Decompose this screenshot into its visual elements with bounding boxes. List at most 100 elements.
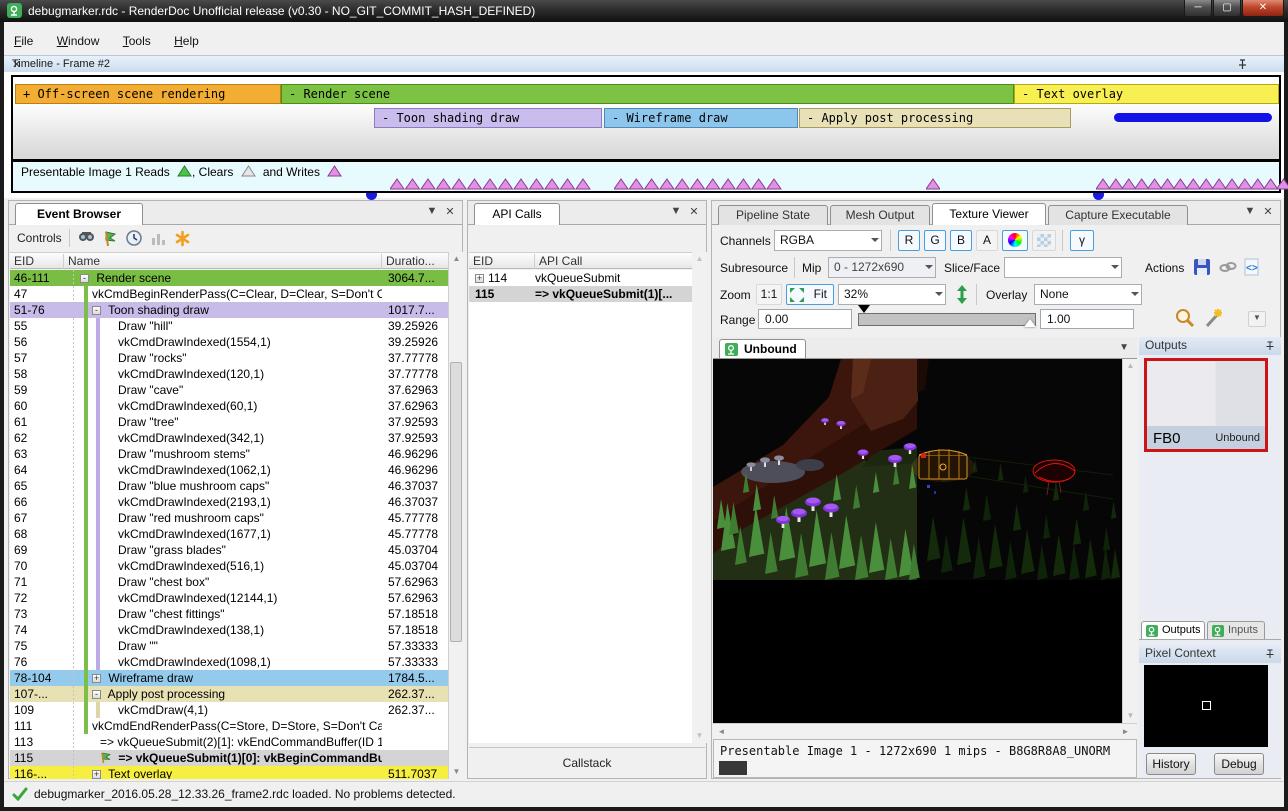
event-row[interactable]: 107-... - Apply post processing 262.37..…: [10, 686, 448, 702]
col-api-call[interactable]: API Call: [535, 254, 692, 269]
expand-toggle[interactable]: +: [92, 770, 101, 779]
api-calls-close-icon[interactable]: ✕: [686, 205, 702, 218]
channel-b-button[interactable]: B: [950, 230, 972, 251]
tab-current-texture[interactable]: Unbound: [719, 339, 806, 358]
minimize-button[interactable]: ─: [1184, 0, 1212, 17]
bookmark-flag-icon[interactable]: [101, 229, 120, 248]
range-white-handle[interactable]: [1024, 319, 1036, 327]
event-row[interactable]: 67 Draw "red mushroom caps" 45.77778: [10, 510, 448, 526]
slice-face-select[interactable]: [1004, 257, 1122, 278]
event-row[interactable]: 60 vkCmdDrawIndexed(60,1) 37.62963: [10, 398, 448, 414]
texture-display[interactable]: [713, 359, 1122, 723]
range-slider[interactable]: [858, 313, 1036, 326]
api-expand-toggle[interactable]: +: [475, 274, 484, 283]
mip-select[interactable]: 0 - 1272x690: [828, 257, 936, 278]
channel-r-button[interactable]: R: [898, 230, 920, 251]
stats-icon[interactable]: [149, 229, 168, 248]
event-browser-caret-icon[interactable]: ▼: [424, 205, 440, 217]
timeline-bar-wireframe[interactable]: - Wireframe draw: [604, 108, 798, 128]
col-eid[interactable]: EID: [10, 254, 64, 269]
pin-icon[interactable]: [1265, 341, 1275, 351]
api-call-row[interactable]: 115 => vkQueueSubmit(1)[...: [469, 286, 692, 302]
event-row[interactable]: 51-76 - Toon shading draw 1017.7...: [10, 302, 448, 318]
event-browser-close-icon[interactable]: ✕: [442, 205, 458, 218]
expand-toggle[interactable]: -: [92, 690, 101, 699]
event-row[interactable]: 116-... + Text overlay 511.7037: [10, 766, 448, 779]
overlay-select[interactable]: None: [1034, 284, 1142, 305]
scroll-up-icon[interactable]: ▲: [450, 252, 463, 266]
pin-icon[interactable]: [1265, 649, 1275, 659]
timeline-bar-toon[interactable]: - Toon shading draw: [374, 108, 602, 128]
menu-window[interactable]: Window: [47, 30, 110, 52]
event-row[interactable]: 47 vkCmdBeginRenderPass(C=Clear, D=Clear…: [10, 286, 448, 302]
event-row[interactable]: 73 Draw "chest fittings" 57.18518: [10, 606, 448, 622]
event-row[interactable]: 62 vkCmdDrawIndexed(342,1) 37.92593: [10, 430, 448, 446]
expand-toggle[interactable]: +: [92, 674, 101, 683]
api-call-row[interactable]: +114 vkQueueSubmit: [469, 270, 692, 286]
event-row[interactable]: 63 Draw "mushroom stems" 46.96296: [10, 446, 448, 462]
viewer-scroll-up-icon[interactable]: ▲: [1124, 359, 1137, 373]
scroll-down-icon[interactable]: ▼: [450, 765, 463, 779]
api-scroll-down-icon[interactable]: ▼: [693, 729, 706, 743]
timeline-panel-header[interactable]: Timeline - Frame #2 ✕: [4, 55, 1284, 72]
event-row[interactable]: 59 Draw "cave" 37.62963: [10, 382, 448, 398]
range-black-handle[interactable]: [858, 305, 870, 313]
event-row[interactable]: 76 vkCmdDrawIndexed(1098,1) 57.33333: [10, 654, 448, 670]
event-row[interactable]: 46-111 - Render scene 3064.7...: [10, 270, 448, 286]
range-min-input[interactable]: 0.00: [758, 309, 852, 329]
timeline-bar-offscreen[interactable]: + Off-screen scene rendering: [15, 84, 281, 104]
link-icon[interactable]: [1218, 257, 1238, 277]
gamma-button[interactable]: γ: [1070, 230, 1094, 251]
timeline-text-overlay-range[interactable]: [1114, 113, 1272, 122]
event-row[interactable]: 109 vkCmdDraw(4,1) 262.37...: [10, 702, 448, 718]
timing-clock-icon[interactable]: [125, 229, 144, 248]
event-row[interactable]: 55 Draw "hill" 39.25926: [10, 318, 448, 334]
write-marker-group[interactable]: [614, 178, 796, 190]
event-row[interactable]: 57 Draw "rocks" 37.77778: [10, 350, 448, 366]
open-code-icon[interactable]: <>: [1242, 257, 1262, 277]
event-row[interactable]: 56 vkCmdDrawIndexed(1554,1) 39.25926: [10, 334, 448, 350]
event-row[interactable]: 58 vkCmdDrawIndexed(120,1) 37.77778: [10, 366, 448, 382]
viewer-scroll-left-icon[interactable]: ◄: [715, 725, 728, 739]
col-duration[interactable]: Duratio...: [382, 254, 448, 269]
event-row[interactable]: 78-104 + Wireframe draw 1784.5...: [10, 670, 448, 686]
timeline-bars-area[interactable]: + Off-screen scene rendering - Render sc…: [11, 75, 1281, 161]
event-row[interactable]: 65 Draw "blue mushroom caps" 46.37037: [10, 478, 448, 494]
tab-outputs[interactable]: Outputs: [1141, 621, 1205, 639]
viewer-scroll-down-icon[interactable]: ▼: [1124, 709, 1137, 723]
write-marker-group[interactable]: [926, 178, 940, 190]
event-row[interactable]: 66 vkCmdDrawIndexed(2193,1) 46.37037: [10, 494, 448, 510]
fit-button[interactable]: Fit: [786, 284, 834, 305]
output-fb0-thumbnail[interactable]: FB0 Unbound: [1144, 358, 1268, 452]
timeline-close-icon[interactable]: ✕: [12, 58, 1270, 71]
api-calls-caret-icon[interactable]: ▼: [668, 205, 684, 217]
viewer-scroll-right-icon[interactable]: ►: [1119, 725, 1132, 739]
write-marker-group[interactable]: [1096, 178, 1288, 190]
menu-file[interactable]: File: [4, 30, 43, 52]
tab-pipeline-state[interactable]: Pipeline State: [718, 205, 828, 225]
zoom-1-1-button[interactable]: 1:1: [756, 284, 782, 305]
maximize-button[interactable]: ▢: [1213, 0, 1241, 17]
toolbar-expand-button[interactable]: ▼: [1248, 311, 1266, 327]
col-api-eid[interactable]: EID: [469, 254, 535, 269]
event-row[interactable]: 61 Draw "tree" 37.92593: [10, 414, 448, 430]
viewer-vscrollbar[interactable]: ▲ ▼: [1122, 359, 1137, 723]
autofit-wand-icon[interactable]: [1202, 307, 1224, 329]
event-row[interactable]: 72 vkCmdDrawIndexed(12144,1) 57.62963: [10, 590, 448, 606]
flip-y-icon[interactable]: [954, 284, 970, 305]
event-browser-scrollbar[interactable]: ▲ ▼: [448, 252, 463, 779]
callstack-section[interactable]: Callstack: [469, 747, 705, 777]
menu-help[interactable]: Help: [164, 30, 209, 52]
timeline-usage-strip[interactable]: Presentable Image 1 Reads , Clears and W…: [11, 160, 1281, 193]
api-scroll-up-icon[interactable]: ▲: [693, 252, 706, 266]
history-button[interactable]: History: [1146, 753, 1196, 775]
tab-event-browser[interactable]: Event Browser: [15, 203, 143, 225]
debug-button[interactable]: Debug: [1214, 753, 1264, 775]
expand-toggle[interactable]: -: [92, 306, 101, 315]
event-row[interactable]: 71 Draw "chest box" 57.62963: [10, 574, 448, 590]
tab-mesh-output[interactable]: Mesh Output: [830, 205, 930, 225]
save-icon[interactable]: [1192, 257, 1212, 277]
tab-capture-executable[interactable]: Capture Executable: [1048, 205, 1188, 225]
event-row[interactable]: 75 Draw "" 57.33333: [10, 638, 448, 654]
col-name[interactable]: Name: [64, 254, 382, 269]
